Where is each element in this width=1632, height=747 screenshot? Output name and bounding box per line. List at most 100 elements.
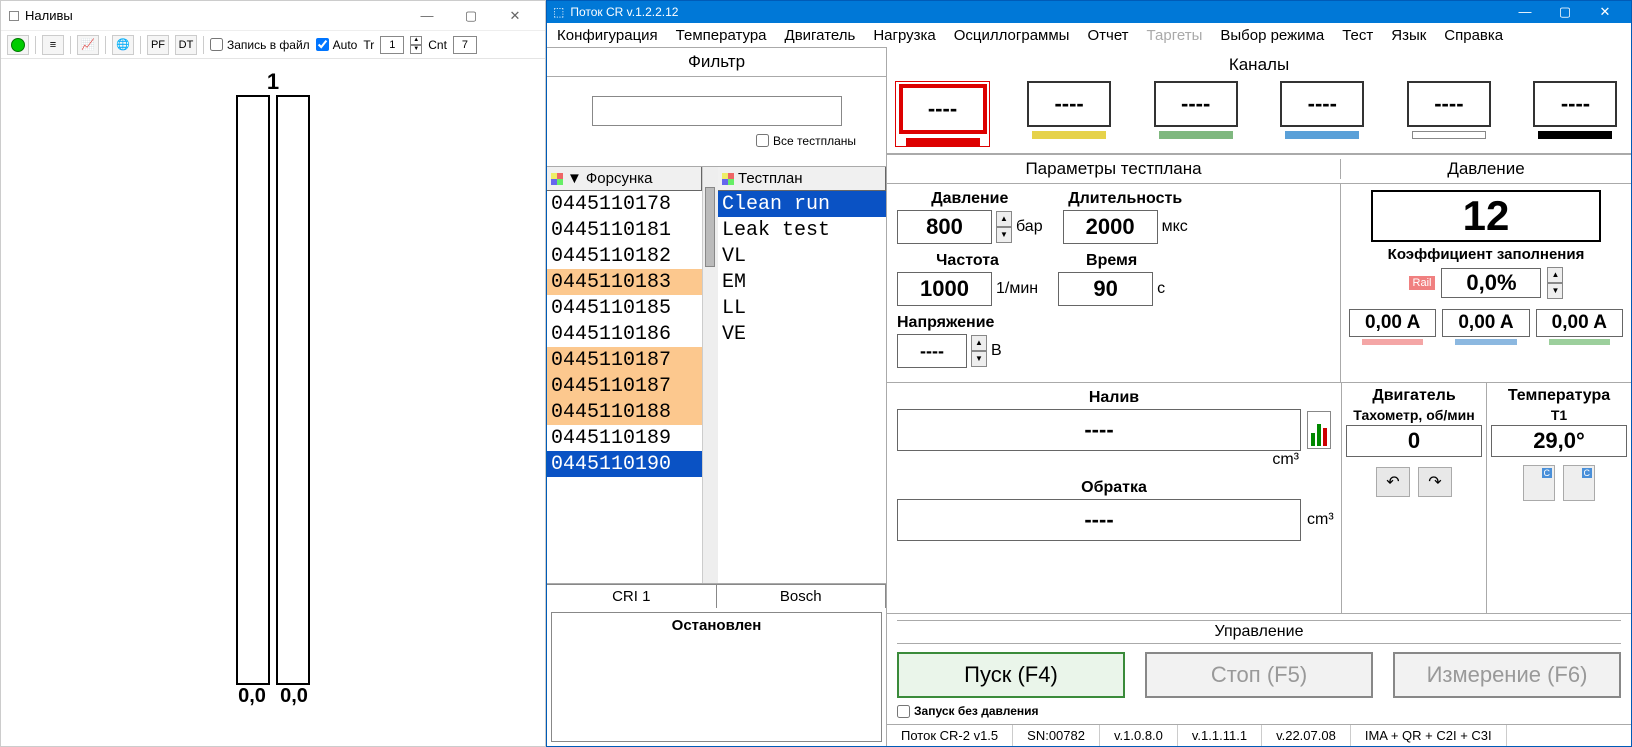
injector-item[interactable]: 0445110183 xyxy=(547,269,702,295)
vessel-2-value: 0,0 xyxy=(276,685,312,708)
thermometer-icon-1[interactable] xyxy=(1523,465,1555,501)
thermometer-icon-2[interactable] xyxy=(1563,465,1595,501)
menu-осциллограммы[interactable]: Осциллограммы xyxy=(954,27,1070,44)
statusbar-cell: v.22.07.08 xyxy=(1262,725,1351,746)
minimize-button[interactable]: — xyxy=(405,1,449,30)
vessel-1-value: 0,0 xyxy=(234,685,270,708)
engine-title: Двигатель xyxy=(1372,387,1455,405)
channel-4[interactable]: ---- xyxy=(1275,81,1370,147)
menu-конфигурация[interactable]: Конфигурация xyxy=(557,27,658,44)
filter-input[interactable] xyxy=(592,96,842,126)
menu-язык[interactable]: Язык xyxy=(1391,27,1426,44)
window-title: Наливы xyxy=(25,8,73,23)
rotate-cw-button[interactable]: ↷ xyxy=(1418,467,1452,497)
time-label: Время xyxy=(1086,252,1137,270)
freq-label: Частота xyxy=(936,252,999,270)
maximize-button[interactable]: ▢ xyxy=(449,1,493,30)
start-button[interactable]: Пуск (F4) xyxy=(897,652,1125,698)
channel-2[interactable]: ---- xyxy=(1022,81,1117,147)
voltage-input[interactable] xyxy=(897,334,967,368)
maximize-button-r[interactable]: ▢ xyxy=(1545,1,1585,23)
naliv-bar-icon[interactable] xyxy=(1307,411,1331,449)
injector-item[interactable]: 0445110178 xyxy=(547,191,702,217)
stop-button[interactable]: Стоп (F5) xyxy=(1145,652,1373,698)
obratka-value: ---- xyxy=(897,499,1301,541)
voltage-label: Напряжение xyxy=(897,314,994,332)
menu-нагрузка[interactable]: Нагрузка xyxy=(873,27,935,44)
pf-button[interactable]: PF xyxy=(147,35,169,55)
vessel-number: 1 xyxy=(229,69,317,95)
duration-label: Длительность xyxy=(1068,190,1182,208)
injector-item[interactable]: 0445110187 xyxy=(547,347,702,373)
tacho-value: 0 xyxy=(1346,425,1482,457)
record-checkbox[interactable]: Запись в файл xyxy=(210,38,310,52)
status-indicator[interactable] xyxy=(7,35,29,55)
testplan-item[interactable]: Leak test xyxy=(718,217,886,243)
menu-тест[interactable]: Тест xyxy=(1342,27,1373,44)
injector-item[interactable]: 0445110188 xyxy=(547,399,702,425)
pressure-input[interactable] xyxy=(897,210,992,244)
injector-item[interactable]: 0445110190 xyxy=(547,451,702,477)
channel-5[interactable]: ---- xyxy=(1401,81,1496,147)
statusbar-cell: IMA + QR + C2I + C3I xyxy=(1351,725,1507,746)
menu-справка[interactable]: Справка xyxy=(1444,27,1503,44)
duty-spinner[interactable]: ▲▼ xyxy=(1547,267,1563,299)
list-icon[interactable]: ≡ xyxy=(42,35,64,55)
testplan-header[interactable]: Тестплан xyxy=(718,167,886,191)
injector-item[interactable]: 0445110182 xyxy=(547,243,702,269)
menu-таргеты[interactable]: Таргеты xyxy=(1147,27,1203,44)
grid-icon xyxy=(722,173,734,185)
testplan-item[interactable]: LL xyxy=(718,295,886,321)
no-pressure-checkbox[interactable]: Запуск без давления xyxy=(897,704,1621,718)
dt-button[interactable]: DT xyxy=(175,35,197,55)
globe-icon[interactable]: 🌐 xyxy=(112,35,134,55)
menu-двигатель[interactable]: Двигатель xyxy=(785,27,856,44)
rotate-ccw-button[interactable]: ↶ xyxy=(1376,467,1410,497)
testplan-item[interactable]: VL xyxy=(718,243,886,269)
testplan-item[interactable]: EM xyxy=(718,269,886,295)
tr-spinner[interactable]: ▲▼ xyxy=(410,36,422,54)
cnt-input[interactable] xyxy=(453,36,477,54)
testplan-item[interactable]: Clean run xyxy=(718,191,886,217)
channels-title: Каналы xyxy=(895,51,1623,79)
injector-item[interactable]: 0445110185 xyxy=(547,295,702,321)
injector-item[interactable]: 0445110181 xyxy=(547,217,702,243)
minimize-button-r[interactable]: — xyxy=(1505,1,1545,23)
all-testplans-checkbox[interactable]: Все тестпланы xyxy=(756,134,856,148)
statusbar-cell: v.1.1.11.1 xyxy=(1178,725,1262,746)
channel-6[interactable]: ---- xyxy=(1528,81,1623,147)
injector-item[interactable]: 0445110189 xyxy=(547,425,702,451)
grid-icon xyxy=(551,173,563,185)
channel-1[interactable]: ---- xyxy=(895,81,990,147)
testplan-item[interactable]: VE xyxy=(718,321,886,347)
window-naliv: Наливы — ▢ ✕ ≡ 📈 🌐 PF DT Запись в файл xyxy=(0,0,546,747)
duration-input[interactable] xyxy=(1063,210,1158,244)
temperature-title: Температура xyxy=(1508,387,1610,405)
chart-icon[interactable]: 📈 xyxy=(77,35,99,55)
close-button-r[interactable]: ✕ xyxy=(1585,1,1625,23)
statusbar: Поток CR-2 v1.5SN:00782v.1.0.8.0v.1.1.11… xyxy=(887,724,1631,746)
cnt-label: Cnt xyxy=(428,38,447,52)
auto-checkbox[interactable]: Auto xyxy=(316,38,358,52)
channel-3[interactable]: ---- xyxy=(1148,81,1243,147)
toolbar-left: ≡ 📈 🌐 PF DT Запись в файл Auto Tr ▲▼ Cnt xyxy=(1,31,545,59)
injector-item[interactable]: 0445110186 xyxy=(547,321,702,347)
injector-list[interactable]: 0445110178044511018104451101820445110183… xyxy=(547,191,702,583)
tr-input[interactable] xyxy=(380,36,404,54)
menu-отчет[interactable]: Отчет xyxy=(1087,27,1128,44)
injector-scrollbar[interactable] xyxy=(702,167,718,583)
close-button[interactable]: ✕ xyxy=(493,1,537,30)
params-title: Параметры тестплана xyxy=(887,159,1341,179)
menu-выбор режима[interactable]: Выбор режима xyxy=(1220,27,1324,44)
injector-item[interactable]: 0445110187 xyxy=(547,373,702,399)
injector-header[interactable]: ▼ Форсунка xyxy=(547,167,702,191)
time-input[interactable] xyxy=(1058,272,1153,306)
measure-button[interactable]: Измерение (F6) xyxy=(1393,652,1621,698)
voltage-spinner[interactable]: ▲▼ xyxy=(971,335,987,367)
freq-input[interactable] xyxy=(897,272,992,306)
pressure-spinner[interactable]: ▲▼ xyxy=(996,211,1012,243)
menu-температура[interactable]: Температура xyxy=(676,27,767,44)
testplan-list[interactable]: Clean runLeak testVLEMLLVE xyxy=(718,191,886,583)
amperage-box: 0,00 A xyxy=(1349,309,1436,345)
window-potok: ⬚ Поток CR v.1.2.2.12 — ▢ ✕ Конфигурация… xyxy=(546,0,1632,747)
